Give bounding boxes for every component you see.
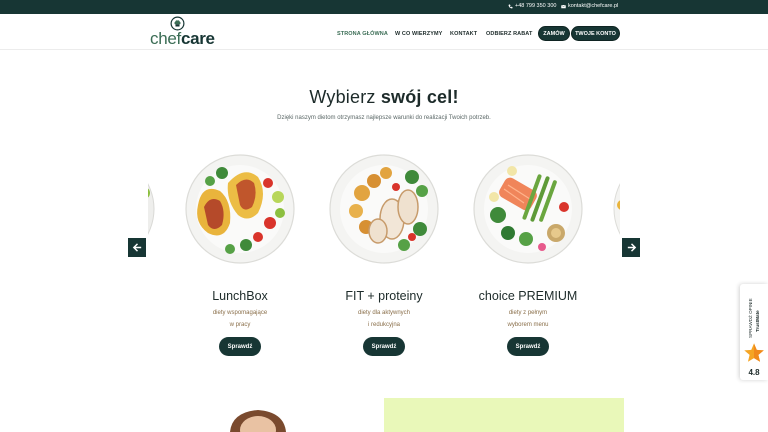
arrow-left-icon [132,243,141,252]
logo[interactable]: chefcare [150,16,215,50]
check-button-fit[interactable]: Sprawdź [363,337,405,356]
phone-icon [508,4,513,8]
mail-icon [561,4,566,8]
nav-home[interactable]: STRONA GŁÓWNA [337,31,388,37]
logo-text: chefcare [150,29,215,48]
title-part2: swój cel! [380,87,459,107]
carousel-next-button[interactable] [622,238,640,257]
trust-label-text: SPRAWDŹ OPINIE [747,298,753,338]
check-button-lunchbox[interactable]: Sprawdź [219,337,261,356]
check-button-premium[interactable]: Sprawdź [507,337,549,356]
page-subtitle: Dzięki naszym dietom otrzymasz najlepsze… [277,115,491,121]
title-part1: Wybierz [309,87,376,107]
trust-brand-text: TrustMate [755,310,760,332]
card-desc-lunchbox: diety wspomagające w pracy [212,310,268,328]
card-desc-premium: diety z pełnym wyborem menu [507,310,549,328]
diet-carousel [148,150,620,275]
nav-contact[interactable]: KONTAKT [450,31,477,37]
trust-label: SPRAWDŹ OPINIE TrustMate [747,298,760,338]
phone-link[interactable]: +48 799 350 300 [508,3,556,9]
lower-section-green-panel [384,398,624,432]
nav-discount[interactable]: ODBIERZ RABAT [486,31,532,37]
account-button[interactable]: TWOJE KONTO [571,26,620,41]
nav-beliefs[interactable]: W CO WIERZYMY [395,31,442,37]
chicken-potatoes-plate [329,154,439,264]
partial-plate-left [148,183,155,235]
card-title-fit: FIT + proteiny [345,289,423,303]
main-header: chefcare STRONA GŁÓWNA W CO WIERZYMY KON… [0,14,768,50]
card-desc-fit: diety dla aktywnych i redukcyjna [357,310,411,328]
partial-plate-right [613,183,620,235]
tacos-plate [185,154,295,264]
top-bar: +48 799 350 300 kontakt@chefcare.pl [0,0,768,14]
card-title-premium: choice PREMIUM [478,289,578,303]
salmon-salad-plate [473,154,583,264]
carousel-prev-button[interactable] [128,238,146,257]
lower-section-photo [160,398,340,432]
trust-rating: 4.8 [748,368,760,377]
order-button[interactable]: ZAMÓW [538,26,570,41]
star-icon [744,343,764,362]
phone-number: +48 799 350 300 [515,3,557,9]
person-photo [160,398,340,432]
email-address: kontakt@chefcare.pl [568,3,619,9]
arrow-right-icon [627,243,636,252]
email-link[interactable]: kontakt@chefcare.pl [561,3,618,9]
page-title: Wybierz swój cel! [0,87,768,108]
card-title-lunchbox: LunchBox [212,289,268,303]
trustmate-badge[interactable]: SPRAWDŹ OPINIE TrustMate 4.8 [740,284,768,380]
